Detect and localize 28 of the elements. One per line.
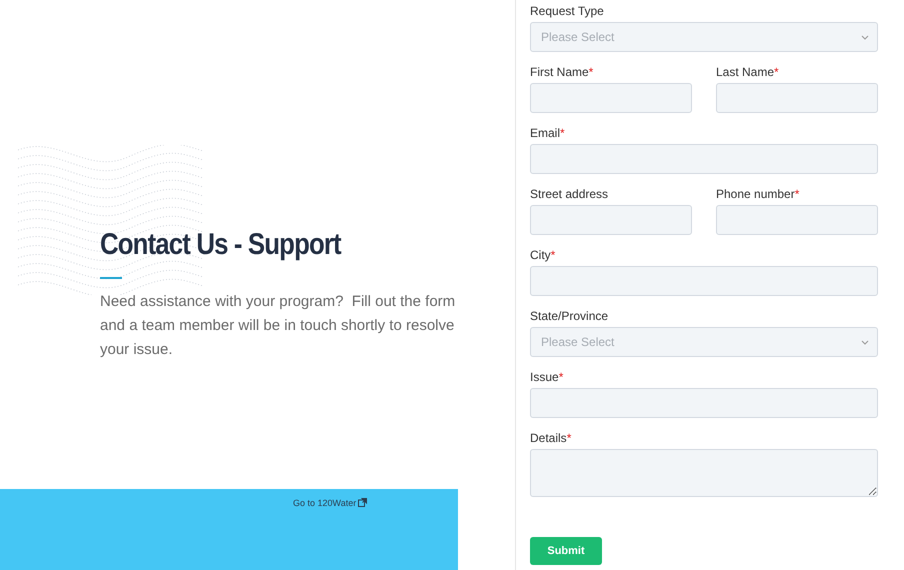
- select-field[interactable]: Please Select: [530, 327, 878, 357]
- submit-button[interactable]: Submit: [530, 537, 602, 565]
- input-field[interactable]: [530, 144, 878, 174]
- page-title: Contact Us - Support: [100, 228, 342, 262]
- field-label: First Name*: [530, 65, 594, 79]
- input-field[interactable]: [716, 83, 878, 113]
- select-field[interactable]: Please Select: [530, 22, 878, 52]
- input-field[interactable]: [530, 388, 878, 418]
- field-label: Request Type: [530, 4, 605, 18]
- field-label: City*: [530, 248, 556, 262]
- field-label: Street address: [530, 187, 610, 201]
- field-label: State/Province: [530, 309, 610, 323]
- field-label: Phone number*: [716, 187, 800, 201]
- intro-text: Need assistance with your program? Fill out the form and a team member will be in touch shortly to resolve your issue.: [100, 292, 456, 360]
- external-link[interactable]: Go to 120Water: [293, 497, 368, 508]
- chevron-down-icon: [861, 340, 869, 344]
- input-field[interactable]: [530, 205, 692, 235]
- input-field[interactable]: [530, 266, 878, 296]
- external-link-icon: [358, 498, 368, 507]
- title-underline: [100, 277, 122, 279]
- chevron-down-icon: [861, 34, 869, 40]
- input-field[interactable]: [530, 83, 692, 113]
- field-label: Details*: [530, 431, 572, 445]
- input-field[interactable]: [716, 205, 878, 235]
- field-label: Email*: [530, 126, 566, 140]
- field-label: Last Name*: [716, 65, 780, 79]
- field-label: Issue*: [530, 370, 564, 384]
- textarea-field[interactable]: [530, 449, 878, 497]
